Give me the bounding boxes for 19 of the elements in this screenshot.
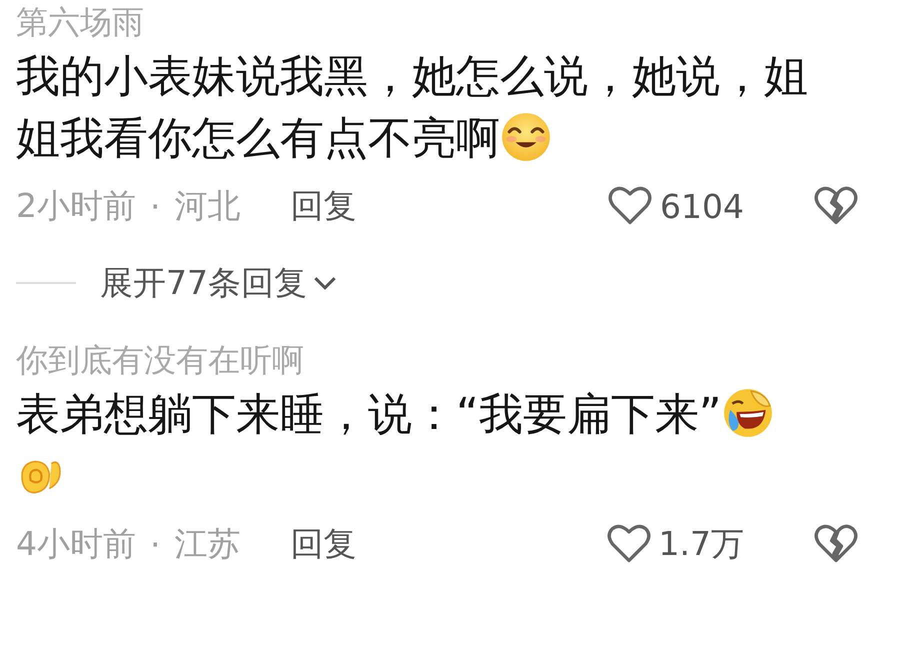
reply-button[interactable]: 回复 xyxy=(290,184,356,228)
reply-button[interactable]: 回复 xyxy=(290,522,356,566)
like-button[interactable]: 1.7万 xyxy=(606,522,744,566)
time-text: 2小时前 xyxy=(16,184,136,226)
location-text: 河北 xyxy=(174,184,240,226)
time-text: 4小时前 xyxy=(16,522,136,564)
comment-text: 我的小表妹说我黑，她怎么说，她说，姐 xyxy=(16,51,808,102)
smile-emoji-icon xyxy=(500,111,552,163)
broken-heart-icon[interactable] xyxy=(814,524,858,564)
comment-text: 姐我看你怎么有点不亮啊 xyxy=(16,113,500,164)
separator-dot: · xyxy=(150,524,160,564)
laughing-crying-emoji-icon xyxy=(722,387,774,439)
location-text: 江苏 xyxy=(174,522,240,564)
chevron-down-icon xyxy=(313,275,337,291)
broken-heart-icon[interactable] xyxy=(814,186,858,226)
expand-replies-button[interactable]: 展开77条回复 xyxy=(100,260,337,306)
separator-dot: · xyxy=(150,186,160,226)
comment-text: 表弟想躺下来睡，说：“我要扁下来” xyxy=(16,389,722,440)
like-button[interactable]: 6104 xyxy=(608,186,744,226)
